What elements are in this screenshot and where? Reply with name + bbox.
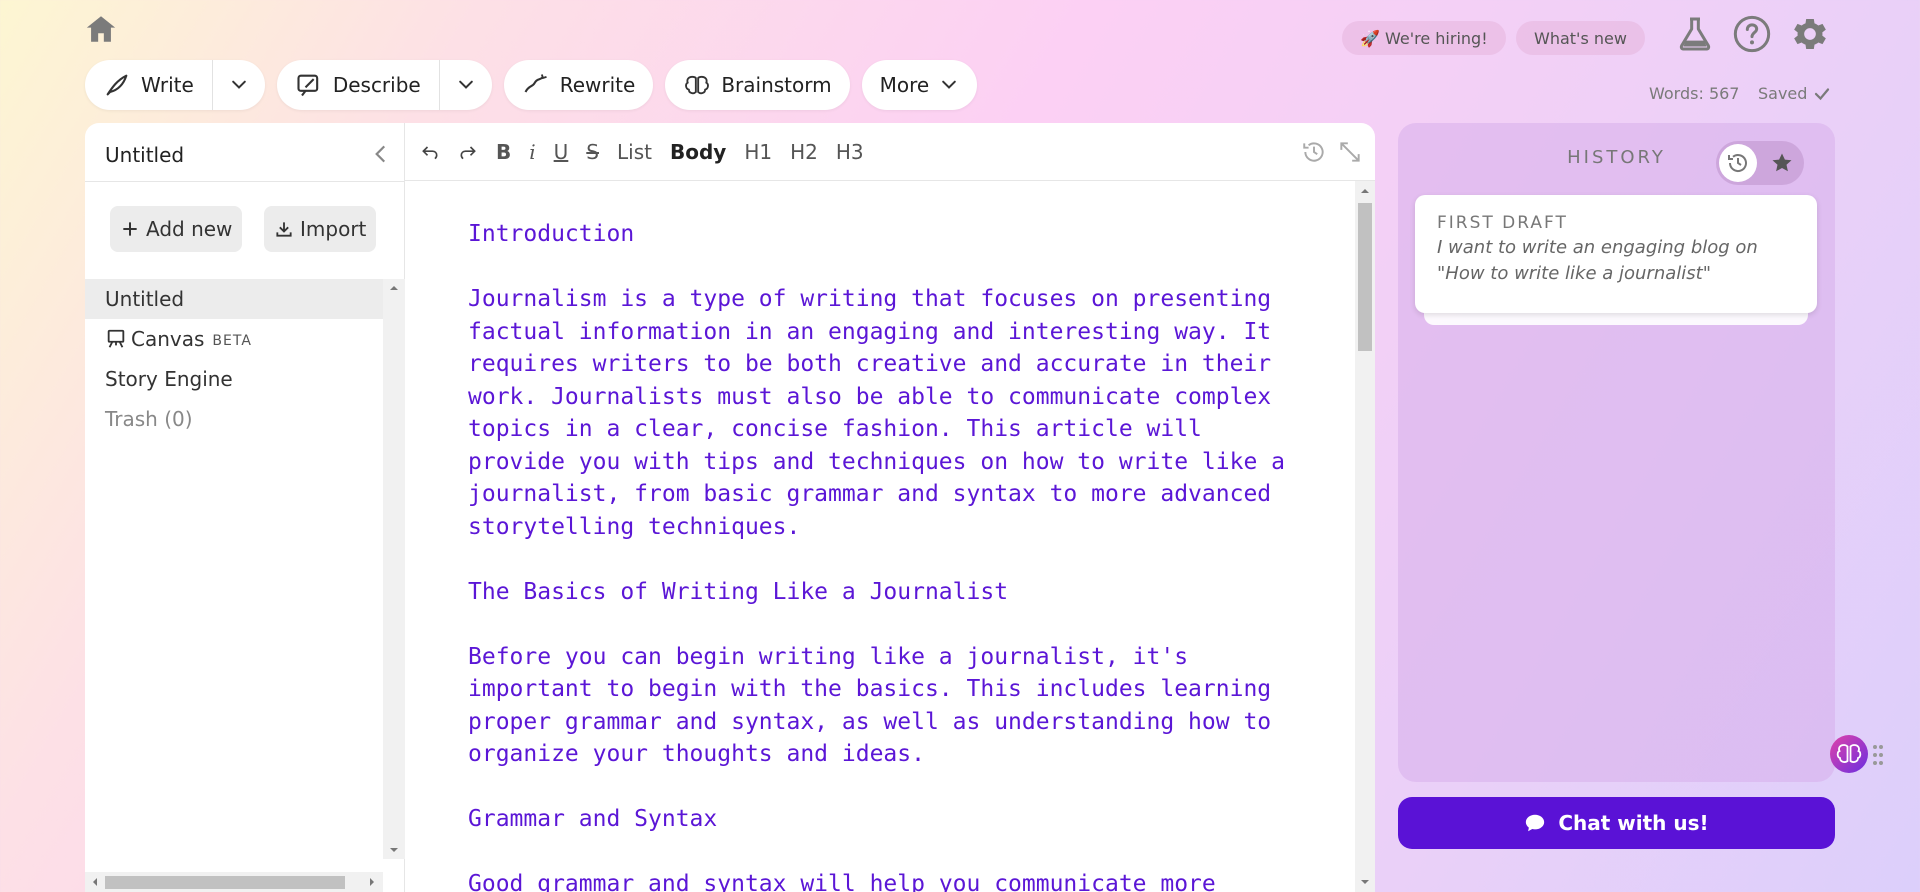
doc-item-untitled[interactable]: Untitled [85,279,383,319]
list-item-label: Trash (0) [105,407,193,431]
describe-group: Describe [276,60,492,110]
doc-heading: The Basics of Writing Like a Journalist [468,578,1009,605]
history-panel: HISTORY FIRST DRAFT I want to write an e… [1398,123,1835,782]
sidebar-horizontal-scrollbar[interactable] [85,872,383,892]
quill-icon [106,74,128,96]
expand-icon[interactable] [1337,139,1363,165]
canvas-item[interactable]: Canvas BETA [85,319,383,359]
beta-badge: BETA [212,333,252,349]
document-body[interactable]: Introduction Journalism is a type of wri… [468,218,1288,892]
whats-new-button[interactable]: What's new [1516,21,1645,55]
favorites-tab[interactable] [1763,144,1801,182]
saved-label: Saved [1758,84,1808,103]
rewrite-button[interactable]: Rewrite [503,60,654,110]
collapse-sidebar-button[interactable] [368,141,394,167]
list-item-label: Story Engine [105,367,233,391]
add-new-label: Add new [146,217,233,241]
strikethrough-button[interactable]: S [586,140,599,164]
chat-bubble-icon [1526,814,1545,832]
write-dropdown-button[interactable] [213,60,265,110]
download-icon [276,222,292,237]
chevron-down-icon [231,80,246,89]
document-title[interactable]: Untitled [105,143,184,167]
redo-button[interactable] [458,142,478,162]
format-toolbar: B i U S List Body H1 H2 H3 [405,123,1375,181]
flask-icon[interactable] [1675,14,1715,54]
trash-item[interactable]: Trash (0) [85,399,383,439]
help-icon[interactable] [1732,14,1772,54]
plus-icon [123,222,137,236]
doc-paragraph: Good grammar and syntax will help you co… [468,871,1216,892]
add-new-button[interactable]: Add new [110,206,243,252]
chevron-left-icon [375,145,386,163]
bold-button[interactable]: B [496,140,511,164]
document-sidebar: Untitled Add new Import Untitled Canvas … [85,123,405,892]
sidebar-vertical-scrollbar[interactable] [383,279,405,859]
list-button[interactable]: List [617,140,652,164]
doc-heading: Grammar and Syntax [468,806,718,832]
doc-paragraph: Journalism is a type of writing that foc… [468,286,1285,540]
describe-label: Describe [332,73,421,97]
more-label: More [879,73,930,97]
describe-dropdown-button[interactable] [440,60,492,110]
describe-icon [297,74,319,97]
brain-assistant-icon[interactable] [1829,734,1869,774]
drag-handle-icon[interactable] [1872,744,1884,766]
word-count: Words: 567 [1649,84,1740,103]
saved-status: Saved [1758,84,1831,103]
redo-icon [460,145,476,159]
gear-icon[interactable] [1790,14,1830,54]
h1-button[interactable]: H1 [744,140,772,164]
describe-button[interactable]: Describe [277,60,439,110]
chat-with-us-button[interactable]: Chat with us! [1398,797,1835,849]
write-button[interactable]: Write [85,60,212,110]
more-button[interactable]: More [861,60,978,110]
brain-icon [685,75,710,95]
undo-icon [422,145,438,159]
home-icon[interactable] [84,12,118,46]
history-view-toggle [1716,141,1804,185]
editor-pane: B i U S List Body H1 H2 H3 Introduction … [405,123,1375,892]
write-group: Write [85,60,265,110]
rewrite-icon [524,74,547,93]
h2-button[interactable]: H2 [790,140,818,164]
history-card-first-draft[interactable]: FIRST DRAFT I want to write an engaging … [1415,195,1817,313]
list-item-label: Canvas [131,327,205,351]
list-item-label: Untitled [105,287,185,311]
write-label: Write [141,73,194,97]
hiring-button[interactable]: 🚀 We're hiring! [1342,21,1506,55]
doc-paragraph: Before you can begin writing like a jour… [468,643,1272,768]
story-engine-item[interactable]: Story Engine [85,359,383,399]
easel-icon [107,329,125,348]
chevron-down-icon [942,80,957,89]
import-label: Import [300,217,367,241]
history-tab[interactable] [1719,144,1757,182]
italic-button[interactable]: i [529,140,535,164]
chat-label: Chat with us! [1558,811,1709,835]
draft-label: FIRST DRAFT [1437,213,1568,233]
body-style-button[interactable]: Body [670,140,726,164]
underline-button[interactable]: U [554,140,569,164]
star-icon [1772,153,1792,172]
check-icon [1815,87,1830,100]
draft-prompt-text: I want to write an engaging blog on "How… [1437,237,1758,284]
brainstorm-label: Brainstorm [721,73,832,97]
import-button[interactable]: Import [264,206,377,252]
undo-button[interactable] [420,142,440,162]
rewrite-label: Rewrite [559,73,636,97]
h3-button[interactable]: H3 [836,140,864,164]
document-list: Untitled Canvas BETA Story Engine Trash … [85,279,383,439]
main-toolbar: Write Describe Rewrite Brainstorm More [85,60,978,110]
history-clock-icon [1728,154,1747,172]
brainstorm-button[interactable]: Brainstorm [665,60,850,110]
chevron-down-icon [458,80,473,89]
doc-heading: Introduction [468,221,635,247]
history-clock-icon[interactable] [1301,139,1327,165]
editor-vertical-scrollbar[interactable] [1355,181,1375,892]
